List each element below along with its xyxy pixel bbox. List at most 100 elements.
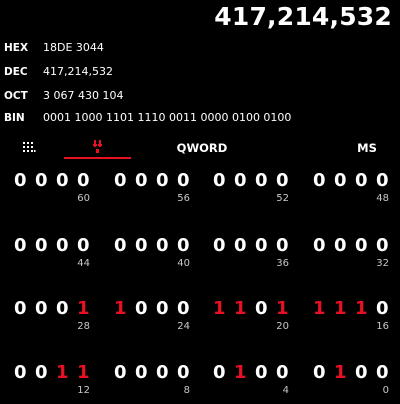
bit-digits: 0000 (14, 235, 98, 257)
bit-toggle[interactable]: 1 (355, 298, 376, 320)
radix-dec-row[interactable]: DEC 417,214,532 (4, 63, 113, 81)
full-keypad-button[interactable] (14, 137, 44, 159)
bit-digits: 0011 (14, 362, 98, 384)
bit-toggle[interactable]: 0 (14, 362, 35, 384)
bit-toggle[interactable]: 0 (376, 170, 397, 192)
bit-toggle[interactable]: 0 (213, 170, 234, 192)
bit-group: 0 0 0 0 56 (114, 170, 190, 210)
bit-toggle[interactable]: 0 (376, 235, 397, 257)
bit-toggle[interactable]: 0 (77, 235, 98, 257)
bit-toggle[interactable]: 0 (56, 235, 77, 257)
bit-toggle[interactable]: 0 (135, 362, 156, 384)
bit-group: 0 0 0 0 32 (313, 235, 389, 275)
bit-group: 1 1 0 1 20 (213, 298, 289, 338)
bit-toggle[interactable]: 0 (14, 170, 35, 192)
bit-digits: 0000 (114, 362, 198, 384)
bit-toggle[interactable]: 0 (276, 362, 297, 384)
bit-toggle[interactable]: 0 (177, 170, 198, 192)
bit-toggle[interactable]: 0 (355, 362, 376, 384)
bit-toggle[interactable]: 0 (35, 362, 56, 384)
radix-bin-value: 0001 1000 1101 1110 0011 0000 0100 0100 (43, 111, 292, 124)
bit-toggle[interactable]: 0 (156, 170, 177, 192)
bit-toggle[interactable]: 0 (135, 235, 156, 257)
bit-position-label: 44 (77, 258, 90, 269)
bit-digits: 0000 (114, 235, 198, 257)
bit-position-label: 48 (376, 193, 389, 204)
bit-toggle[interactable]: 0 (156, 235, 177, 257)
bit-toggle[interactable]: 0 (156, 362, 177, 384)
bit-digits: 0001 (14, 298, 98, 320)
bit-toggle[interactable]: 0 (114, 235, 135, 257)
bit-toggle[interactable]: 0 (313, 235, 334, 257)
bit-toggle[interactable]: 1 (234, 362, 255, 384)
bit-toggle[interactable]: 1 (77, 298, 98, 320)
bit-toggle[interactable]: 0 (234, 235, 255, 257)
bit-toggle[interactable]: 1 (77, 362, 98, 384)
bit-toggle-keypad-button[interactable] (82, 137, 114, 159)
bit-toggle[interactable]: 0 (56, 298, 77, 320)
bit-toggle[interactable]: 0 (35, 298, 56, 320)
bit-toggle[interactable]: 1 (56, 362, 77, 384)
bit-toggle[interactable]: 1 (276, 298, 297, 320)
bit-toggle[interactable]: 0 (255, 235, 276, 257)
bit-toggle[interactable]: 0 (177, 362, 198, 384)
bit-toggle[interactable]: 0 (14, 298, 35, 320)
bit-toggle-keypad-icon (93, 140, 102, 153)
bit-position-label: 32 (376, 258, 389, 269)
bit-toggle[interactable]: 0 (334, 170, 355, 192)
bit-toggle[interactable]: 0 (114, 362, 135, 384)
bit-group: 0 0 1 1 12 (14, 362, 90, 402)
radix-oct-row[interactable]: OCT 3 067 430 104 (4, 87, 123, 105)
bit-toggle[interactable]: 0 (276, 235, 297, 257)
memory-store-button[interactable]: MS (350, 137, 384, 159)
bit-toggle[interactable]: 0 (56, 170, 77, 192)
bit-toggle[interactable]: 0 (135, 170, 156, 192)
bit-toggle[interactable]: 1 (313, 298, 334, 320)
bit-toggle[interactable]: 0 (114, 170, 135, 192)
bit-toggle[interactable]: 0 (313, 362, 334, 384)
bit-position-label: 40 (177, 258, 190, 269)
bit-position-label: 52 (276, 193, 289, 204)
bit-toggle[interactable]: 0 (135, 298, 156, 320)
bit-toggle[interactable]: 0 (35, 235, 56, 257)
radix-dec-label: DEC (4, 66, 28, 78)
bit-toggle[interactable]: 0 (255, 170, 276, 192)
bit-toggle[interactable]: 0 (156, 298, 177, 320)
bit-group: 0 0 0 0 40 (114, 235, 190, 275)
bit-toggle[interactable]: 0 (255, 362, 276, 384)
radix-hex-label: HEX (4, 42, 29, 54)
bit-toggle[interactable]: 0 (177, 298, 198, 320)
radix-hex-row[interactable]: HEX 18DE 3044 (4, 39, 104, 57)
bit-toggle[interactable]: 0 (177, 235, 198, 257)
bit-toggle[interactable]: 1 (334, 298, 355, 320)
word-size-button[interactable]: QWORD (168, 137, 236, 159)
radix-bin-row[interactable]: BIN 0001 1000 1101 1110 0011 0000 0100 0… (4, 109, 291, 127)
bit-toggle[interactable]: 0 (14, 235, 35, 257)
bit-toggle[interactable]: 0 (213, 362, 234, 384)
bit-group: 0 0 0 0 48 (313, 170, 389, 210)
bit-digits: 0100 (313, 362, 397, 384)
radix-oct-value: 3 067 430 104 (43, 89, 124, 102)
bit-toggle[interactable]: 0 (355, 170, 376, 192)
bit-group: 0 0 0 1 28 (14, 298, 90, 338)
bit-toggle[interactable]: 0 (276, 170, 297, 192)
bit-toggle[interactable]: 0 (77, 170, 98, 192)
bit-toggle[interactable]: 0 (255, 298, 276, 320)
bit-position-label: 16 (376, 321, 389, 332)
bit-digits: 1110 (313, 298, 397, 320)
full-keypad-icon (23, 142, 36, 152)
bit-toggle[interactable]: 0 (334, 235, 355, 257)
bit-toggle[interactable]: 1 (213, 298, 234, 320)
bit-toggle[interactable]: 1 (114, 298, 135, 320)
bit-digits: 0000 (313, 170, 397, 192)
bit-toggle[interactable]: 1 (234, 298, 255, 320)
bit-toggle[interactable]: 0 (35, 170, 56, 192)
bit-toggle[interactable]: 1 (334, 362, 355, 384)
bit-toggle[interactable]: 0 (376, 362, 397, 384)
bit-toggle[interactable]: 0 (313, 170, 334, 192)
active-tab-indicator (64, 157, 131, 159)
bit-toggle[interactable]: 0 (213, 235, 234, 257)
bit-toggle[interactable]: 0 (376, 298, 397, 320)
bit-toggle[interactable]: 0 (355, 235, 376, 257)
bit-toggle[interactable]: 0 (234, 170, 255, 192)
